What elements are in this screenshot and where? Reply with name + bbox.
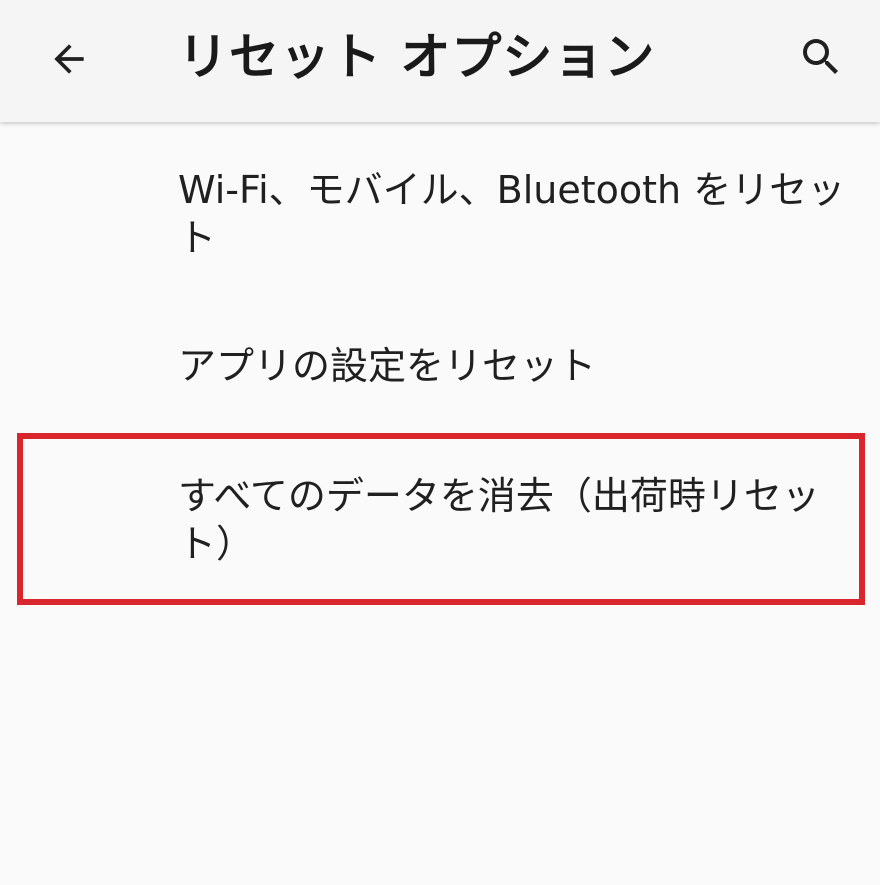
- reset-app-preferences-label: アプリの設定をリセット: [178, 344, 597, 388]
- reset-network-option[interactable]: Wi-Fi、モバイル、Bluetooth をリセット: [178, 166, 848, 262]
- app-bar: リセット オプション: [0, 0, 880, 122]
- factory-reset-label: すべてのデータを消去（出荷時リセット）: [178, 474, 820, 566]
- page-title: リセット オプション: [178, 28, 656, 86]
- reset-network-label: Wi-Fi、モバイル、Bluetooth をリセット: [178, 168, 846, 260]
- back-button[interactable]: [36, 26, 102, 92]
- reset-app-preferences-option[interactable]: アプリの設定をリセット: [178, 342, 848, 390]
- search-button[interactable]: [788, 24, 854, 90]
- factory-reset-option[interactable]: すべてのデータを消去（出荷時リセット）: [178, 472, 848, 568]
- search-icon: [803, 39, 838, 74]
- arrow-left-icon: [54, 44, 84, 74]
